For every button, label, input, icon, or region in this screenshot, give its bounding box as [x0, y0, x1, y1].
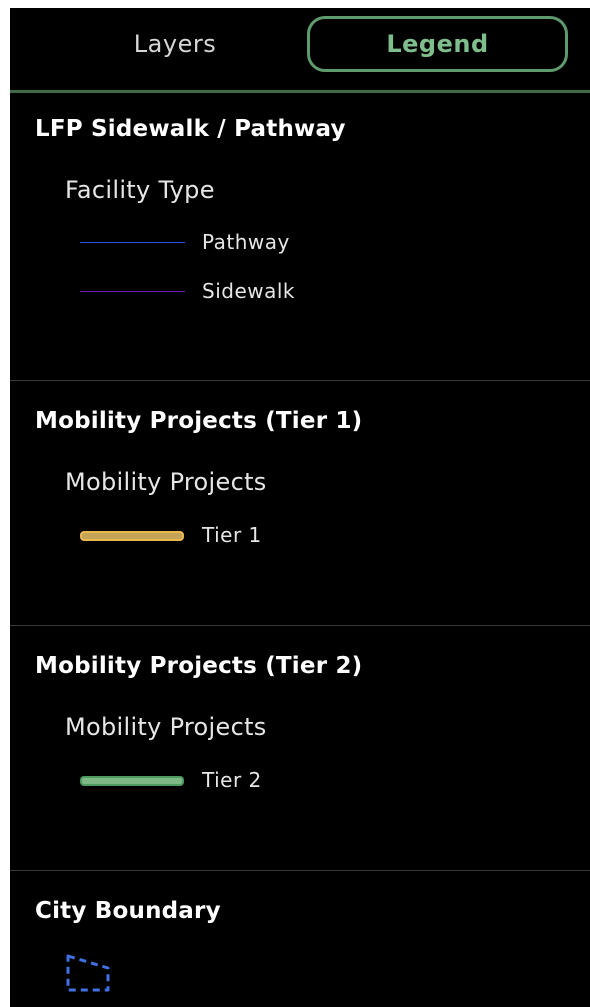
layer-title-mobility-tier-1: Mobility Projects (Tier 1)	[35, 408, 363, 434]
legend-label-sidewalk: Sidewalk	[202, 279, 296, 303]
tab-layers[interactable]: Layers	[80, 16, 270, 72]
tab-legend[interactable]: Legend	[307, 16, 568, 72]
group-title-mobility-projects: Mobility Projects	[65, 713, 267, 741]
section-divider	[10, 870, 590, 871]
section-divider	[10, 380, 590, 381]
legend-item-pathway: Pathway	[80, 227, 480, 257]
layer-title-city-boundary: City Boundary	[35, 898, 221, 924]
layer-title-lfp-sidewalk-pathway: LFP Sidewalk / Pathway	[35, 116, 346, 142]
group-title-mobility-projects: Mobility Projects	[65, 468, 267, 496]
pathway-line-icon	[80, 242, 185, 243]
dashed-polygon-icon	[66, 954, 110, 992]
legend-item-tier-2: Tier 2	[80, 765, 480, 795]
legend-label-tier-2: Tier 2	[202, 768, 262, 792]
sidewalk-line-icon	[80, 291, 185, 292]
group-title-facility-type: Facility Type	[65, 176, 215, 204]
tab-bar: Layers Legend	[10, 8, 590, 93]
legend-label-pathway: Pathway	[202, 230, 290, 254]
legend-item-tier-1: Tier 1	[80, 520, 480, 550]
tier-2-line-icon	[80, 776, 184, 786]
layer-title-mobility-tier-2: Mobility Projects (Tier 2)	[35, 653, 363, 679]
tier-1-line-icon	[80, 531, 184, 541]
legend-item-sidewalk: Sidewalk	[80, 276, 480, 306]
legend-label-tier-1: Tier 1	[202, 523, 262, 547]
legend-panel: Layers Legend LFP Sidewalk / Pathway Fac…	[10, 8, 590, 1007]
section-divider	[10, 625, 590, 626]
